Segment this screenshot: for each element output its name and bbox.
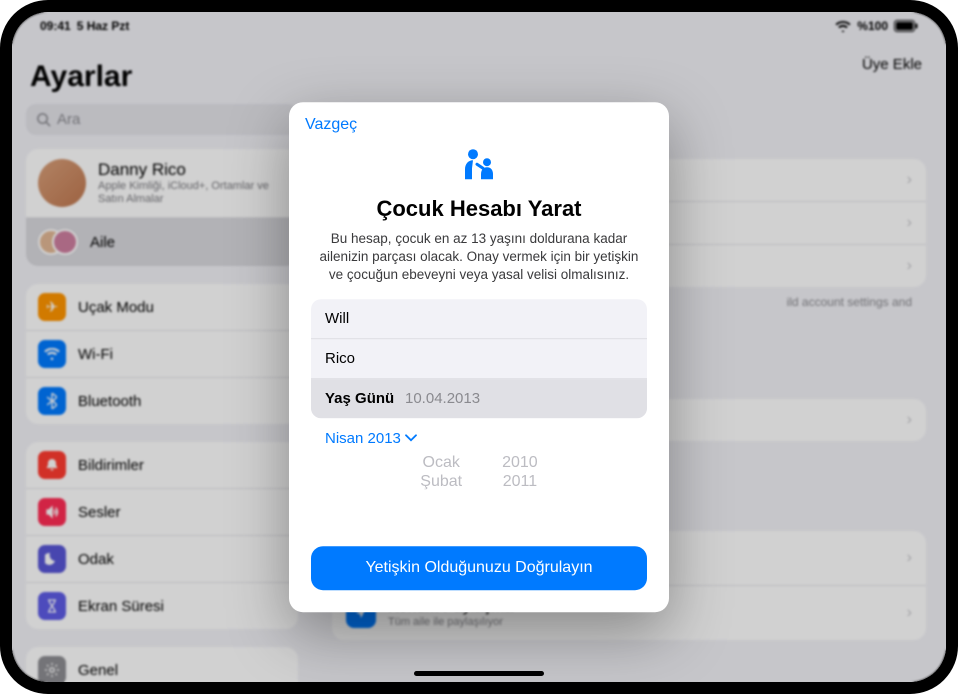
wheel-year: 2011	[503, 472, 537, 489]
modal-title: Çocuk Hesabı Yarat	[311, 196, 647, 222]
last-name-field[interactable]: Rico	[311, 339, 647, 379]
first-name-value: Will	[325, 310, 349, 327]
verify-adult-button[interactable]: Yetişkin Olduğunuzu Doğrulayın	[311, 546, 647, 590]
family-icon	[457, 144, 501, 188]
month-year-picker[interactable]: Nisan 2013	[311, 418, 647, 451]
modal-description: Bu hesap, çocuk en az 13 yaşını dolduran…	[311, 230, 647, 299]
birthday-value: 10.04.2013	[405, 390, 480, 407]
cancel-button[interactable]: Vazgeç	[305, 116, 357, 133]
last-name-value: Rico	[325, 350, 355, 367]
birthday-label: Yaş Günü	[325, 390, 395, 407]
chevron-down-icon	[405, 434, 417, 442]
child-form: Will Rico Yaş Günü 10.04.2013	[311, 299, 647, 418]
wheel-month: Ocak	[423, 453, 460, 472]
wheel-year: 2010	[502, 453, 538, 472]
create-child-account-modal: Vazgeç Çocuk Hesabı Yarat Bu hesap, çocu…	[289, 102, 669, 612]
first-name-field[interactable]: Will	[311, 299, 647, 339]
month-picker-label: Nisan 2013	[325, 430, 401, 447]
device-frame: 09:41 5 Haz Pzt %100 Ayarlar	[0, 0, 958, 694]
birthday-field[interactable]: Yaş Günü 10.04.2013	[311, 379, 647, 418]
screen: 09:41 5 Haz Pzt %100 Ayarlar	[12, 12, 946, 682]
date-wheel[interactable]: Ocak Şubat 2010 2011	[311, 453, 647, 489]
wheel-month: Şubat	[420, 472, 462, 489]
home-indicator[interactable]	[414, 671, 544, 676]
